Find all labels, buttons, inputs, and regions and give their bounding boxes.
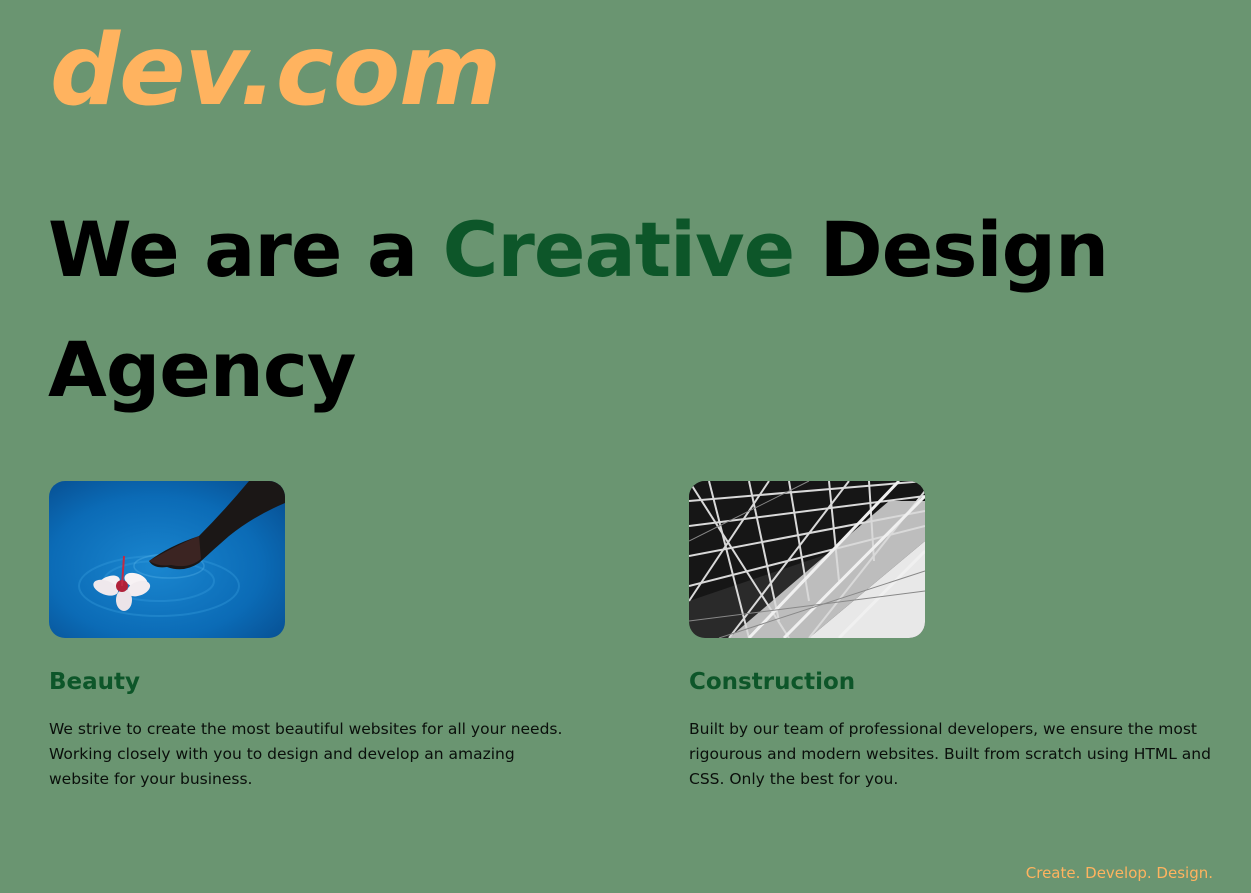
card-title: Construction xyxy=(689,669,856,695)
card-description: We strive to create the most beautiful w… xyxy=(49,720,563,788)
hero-heading-prefix: We are a xyxy=(48,205,443,294)
card-description: Built by our team of professional develo… xyxy=(689,720,1211,788)
beauty-image xyxy=(49,481,285,638)
footer-tagline: Create. Develop. Design. xyxy=(1025,864,1213,882)
service-card-beauty: Beauty We strive to create the most beau… xyxy=(49,481,574,792)
card-title: Beauty xyxy=(49,669,141,695)
hero-heading: We are a Creative Design Agency xyxy=(48,190,1198,430)
site-logo[interactable]: dev.com xyxy=(50,22,501,120)
service-card-construction: Construction Built by our team of profes… xyxy=(689,481,1214,792)
construction-image xyxy=(689,481,925,638)
hero-heading-highlight: Creative xyxy=(442,205,796,294)
